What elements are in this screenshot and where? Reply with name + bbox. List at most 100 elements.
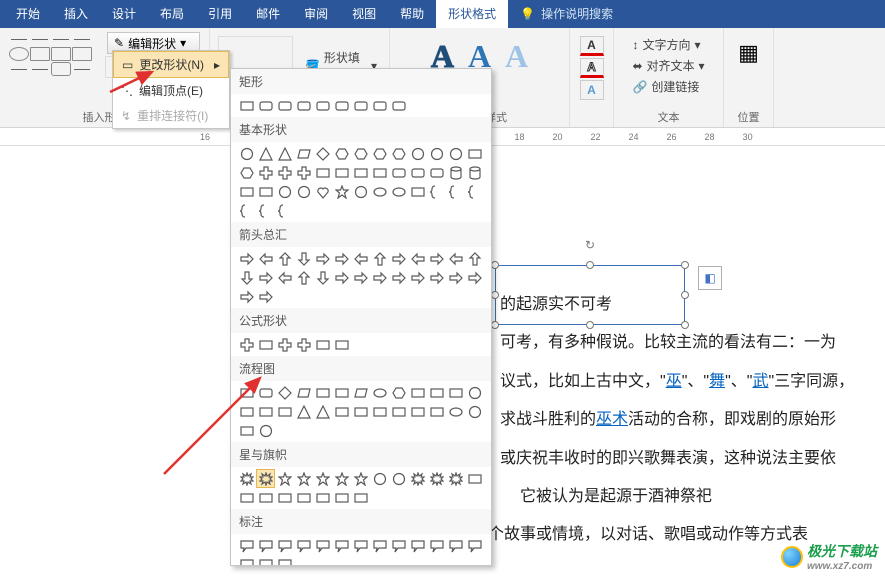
shape-option[interactable] <box>237 469 256 488</box>
menu-edit-points[interactable]: ⋱ 编辑顶点(E) <box>113 78 229 103</box>
shape-option[interactable] <box>275 469 294 488</box>
grid-flowchart[interactable] <box>231 381 491 442</box>
shape-option[interactable] <box>446 268 465 287</box>
shape-option[interactable] <box>256 96 275 115</box>
shape-option[interactable] <box>446 402 465 421</box>
shape-option[interactable] <box>237 488 256 507</box>
shape-option[interactable] <box>332 268 351 287</box>
shape-option[interactable] <box>446 249 465 268</box>
grid-stars[interactable] <box>231 467 491 509</box>
shape-option[interactable] <box>465 268 484 287</box>
shape-option[interactable] <box>465 144 484 163</box>
shape-option[interactable] <box>237 201 256 220</box>
shape-option[interactable] <box>465 249 484 268</box>
shape-option[interactable] <box>275 383 294 402</box>
shape-option[interactable] <box>332 163 351 182</box>
shape-option[interactable] <box>427 469 446 488</box>
shape-option[interactable] <box>275 402 294 421</box>
grid-basic[interactable] <box>231 142 491 222</box>
grid-arrows[interactable] <box>231 247 491 308</box>
shape-option[interactable] <box>256 249 275 268</box>
shape-option[interactable] <box>389 469 408 488</box>
shape-option[interactable] <box>351 402 370 421</box>
shape-option[interactable] <box>275 96 294 115</box>
shape-option[interactable] <box>465 402 484 421</box>
shape-option[interactable] <box>256 287 275 306</box>
align-text-button[interactable]: ⬌对齐文本▾ <box>632 57 704 74</box>
shape-option[interactable] <box>370 536 389 555</box>
shape-option[interactable] <box>237 268 256 287</box>
position-button[interactable]: ▦ <box>730 32 767 74</box>
shape-option[interactable] <box>389 383 408 402</box>
text-fill-button[interactable]: A <box>580 36 604 56</box>
shape-option[interactable] <box>351 536 370 555</box>
shape-option[interactable] <box>275 182 294 201</box>
shape-option[interactable] <box>332 469 351 488</box>
tell-me-search[interactable]: 💡 操作说明搜索 <box>508 0 625 28</box>
shape-option[interactable] <box>256 402 275 421</box>
shape-option[interactable] <box>427 182 446 201</box>
shape-option[interactable] <box>313 402 332 421</box>
shape-option[interactable] <box>256 182 275 201</box>
shape-option[interactable] <box>370 469 389 488</box>
menu-change-shape[interactable]: ▭ 更改形状(N) ▸ <box>113 51 229 78</box>
shape-option[interactable] <box>294 335 313 354</box>
shape-option[interactable] <box>351 383 370 402</box>
shape-option[interactable] <box>256 335 275 354</box>
grid-callouts[interactable] <box>231 534 491 566</box>
shape-option[interactable] <box>294 182 313 201</box>
shape-option[interactable] <box>275 536 294 555</box>
tab-reference[interactable]: 引用 <box>196 0 244 28</box>
shape-option[interactable] <box>427 268 446 287</box>
shape-option[interactable] <box>332 249 351 268</box>
shape-option[interactable] <box>408 144 427 163</box>
shape-option[interactable] <box>370 144 389 163</box>
shape-option[interactable] <box>237 163 256 182</box>
shape-option[interactable] <box>275 201 294 220</box>
tab-help[interactable]: 帮助 <box>388 0 436 28</box>
rotate-handle-icon[interactable]: ↻ <box>585 238 595 252</box>
shape-option[interactable] <box>370 163 389 182</box>
shape-option[interactable] <box>256 201 275 220</box>
tab-mail[interactable]: 邮件 <box>244 0 292 28</box>
shape-option[interactable] <box>370 268 389 287</box>
shape-option[interactable] <box>446 163 465 182</box>
shape-option[interactable] <box>389 536 408 555</box>
tab-layout[interactable]: 布局 <box>148 0 196 28</box>
shape-option[interactable] <box>275 249 294 268</box>
shape-option[interactable] <box>408 402 427 421</box>
shape-option[interactable] <box>256 421 275 440</box>
shape-option[interactable] <box>370 402 389 421</box>
shape-option[interactable] <box>427 383 446 402</box>
shape-option[interactable] <box>237 335 256 354</box>
shape-option[interactable] <box>313 469 332 488</box>
shape-option[interactable] <box>237 421 256 440</box>
shape-option[interactable] <box>237 96 256 115</box>
shape-option[interactable] <box>294 469 313 488</box>
shape-option[interactable] <box>427 536 446 555</box>
shape-option[interactable] <box>332 335 351 354</box>
shape-option[interactable] <box>294 249 313 268</box>
link-wu1[interactable]: 巫 <box>666 373 682 390</box>
tab-review[interactable]: 审阅 <box>292 0 340 28</box>
shape-option[interactable] <box>237 555 256 566</box>
shape-option[interactable] <box>427 163 446 182</box>
shape-option[interactable] <box>370 249 389 268</box>
shape-option[interactable] <box>294 144 313 163</box>
shape-option[interactable] <box>370 182 389 201</box>
shape-option[interactable] <box>275 144 294 163</box>
shape-option[interactable] <box>275 163 294 182</box>
shape-option[interactable] <box>427 144 446 163</box>
shape-option[interactable] <box>256 383 275 402</box>
shape-option[interactable] <box>389 144 408 163</box>
shape-option[interactable] <box>237 144 256 163</box>
shape-option[interactable] <box>294 402 313 421</box>
shape-option[interactable] <box>237 402 256 421</box>
shape-option[interactable] <box>408 469 427 488</box>
shape-option[interactable] <box>256 144 275 163</box>
tab-insert[interactable]: 插入 <box>52 0 100 28</box>
shape-option[interactable] <box>275 335 294 354</box>
shape-option[interactable] <box>389 182 408 201</box>
shape-option[interactable] <box>351 96 370 115</box>
shape-option[interactable] <box>389 402 408 421</box>
